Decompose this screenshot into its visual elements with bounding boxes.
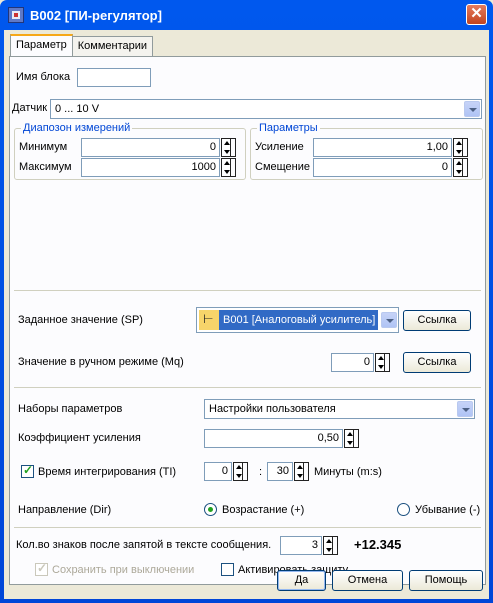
sensor-label: Датчик: [12, 102, 48, 114]
integration-seconds-input[interactable]: 30: [267, 462, 293, 481]
sensor-value: 0 ... 10 V: [55, 103, 100, 115]
direction-increase-label: Возрастание (+): [222, 504, 305, 516]
retain-label: Сохранить при выключении: [52, 564, 195, 576]
offset-spinner[interactable]: [453, 158, 463, 177]
gain-label: Усиление: [255, 141, 304, 153]
time-separator: :: [259, 466, 263, 478]
title-bar[interactable]: B002 [ПИ-регулятор] ✕: [4, 0, 489, 30]
decimals-spinner[interactable]: [323, 536, 333, 555]
app-icon: [8, 7, 24, 23]
chevron-down-icon[interactable]: [464, 101, 480, 117]
integration-label: Время интегрирования (TI): [38, 466, 177, 478]
minutes-bracket-icon: [243, 462, 248, 481]
window-title: B002 [ПИ-регулятор]: [30, 7, 162, 23]
dialog-window: B002 [ПИ-регулятор] ✕ Параметр Комментар…: [0, 0, 493, 603]
max-bracket-icon: [231, 158, 236, 177]
param-sets-value: Настройки пользователя: [209, 403, 336, 415]
chevron-down-icon[interactable]: [381, 312, 397, 328]
seconds-spinner[interactable]: [294, 462, 304, 481]
max-label: Максимум: [19, 161, 72, 173]
analog-amplifier-icon: [199, 310, 219, 330]
tab-panel-parameter: Имя блока Датчик 0 ... 10 V Диапозон изм…: [9, 56, 486, 585]
gain-coef-bracket-icon: [354, 429, 359, 448]
gain-coef-spinner[interactable]: [344, 429, 354, 448]
dialog-client: Параметр Комментарии Имя блока Датчик 0 …: [4, 30, 489, 599]
seconds-bracket-icon: [304, 462, 309, 481]
block-name-input[interactable]: [77, 68, 151, 87]
gain-bracket-icon: [463, 138, 468, 157]
sensor-select[interactable]: 0 ... 10 V: [50, 99, 482, 119]
help-button[interactable]: Помощь: [409, 570, 483, 591]
gain-spinner[interactable]: [453, 138, 463, 157]
max-spinner[interactable]: [221, 158, 231, 177]
setpoint-value: B001 [Аналоговый усилитель]: [223, 314, 376, 326]
cancel-button[interactable]: Отмена: [332, 570, 403, 591]
integration-minutes-input[interactable]: 0: [204, 462, 232, 481]
setpoint-link-button[interactable]: Ссылка: [403, 310, 471, 331]
tab-comments[interactable]: Комментарии: [71, 36, 154, 56]
max-input[interactable]: 1000: [81, 158, 220, 177]
tab-parameter[interactable]: Параметр: [10, 34, 73, 56]
block-name-label: Имя блока: [16, 71, 71, 83]
offset-bracket-icon: [463, 158, 468, 177]
offset-input[interactable]: 0: [313, 158, 452, 177]
min-spinner[interactable]: [221, 138, 231, 157]
direction-decrease-label: Убывание (-): [415, 504, 481, 516]
direction-increase-radio[interactable]: [204, 503, 217, 516]
minutes-spinner[interactable]: [233, 462, 243, 481]
gain-input[interactable]: 1,00: [313, 138, 452, 157]
integration-checkbox[interactable]: [21, 463, 34, 478]
setpoint-selected: B001 [Аналоговый усилитель]: [199, 310, 378, 330]
range-group-title: Диапозон измерений: [21, 122, 133, 134]
close-button[interactable]: ✕: [466, 4, 487, 25]
direction-decrease-radio[interactable]: [397, 503, 410, 516]
decimals-bracket-icon: [333, 536, 338, 555]
min-label: Минимум: [19, 141, 68, 153]
manual-spinner[interactable]: [375, 353, 385, 372]
param-sets-label: Наборы параметров: [18, 403, 123, 415]
range-group: Диапозон измерений Минимум 0 Максимум 10…: [14, 122, 246, 180]
manual-label: Значение в ручном режиме (Mq): [18, 356, 184, 368]
min-input[interactable]: 0: [81, 138, 220, 157]
gain-coef-label: Коэффициент усиления: [18, 432, 141, 444]
divider-1: [14, 290, 481, 291]
protect-checkbox[interactable]: [221, 563, 234, 576]
params-group: Параметры Усиление 1,00 Смещение 0: [250, 122, 483, 180]
min-bracket-icon: [231, 138, 236, 157]
decimals-sample: +12.345: [354, 537, 402, 552]
decimals-label: Кол.во знаков после запятой в тексте соо…: [16, 539, 272, 551]
manual-link-button[interactable]: Ссылка: [403, 352, 471, 373]
manual-input[interactable]: 0: [331, 353, 374, 372]
tab-strip: Параметр Комментарии: [10, 34, 154, 56]
setpoint-label: Заданное значение (SP): [18, 314, 143, 326]
decimals-input[interactable]: 3: [280, 536, 322, 555]
chevron-down-icon[interactable]: [457, 401, 473, 417]
gain-coef-input[interactable]: 0,50: [204, 429, 343, 448]
param-sets-select[interactable]: Настройки пользователя: [204, 399, 475, 419]
manual-bracket-icon: [385, 353, 390, 372]
ok-button[interactable]: Да: [277, 570, 326, 591]
divider-3: [14, 527, 481, 528]
retain-checkbox[interactable]: [35, 561, 48, 576]
params-group-title: Параметры: [257, 122, 320, 134]
integration-unit: Минуты (m:s): [314, 466, 382, 478]
direction-label: Направление (Dir): [18, 504, 112, 516]
offset-label: Смещение: [255, 161, 311, 173]
divider-2: [14, 387, 481, 388]
setpoint-select[interactable]: B001 [Аналоговый усилитель]: [196, 307, 399, 333]
